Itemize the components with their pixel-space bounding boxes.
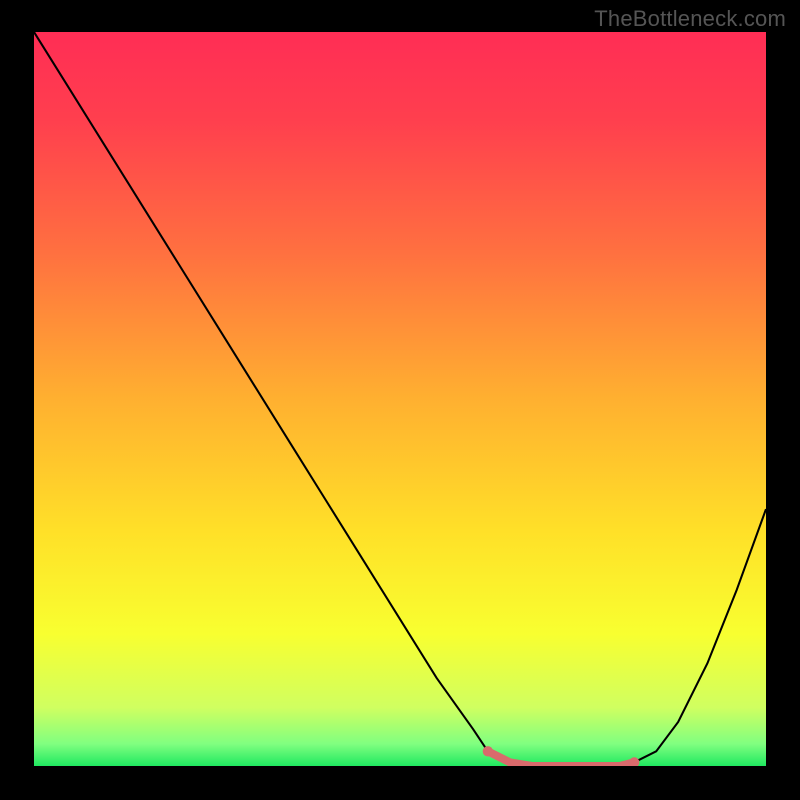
chart-curve-layer xyxy=(34,32,766,766)
optimal-range-highlight xyxy=(488,751,634,766)
highlight-end-dot xyxy=(629,757,639,766)
watermark-text: TheBottleneck.com xyxy=(594,6,786,32)
highlight-start-dot xyxy=(483,746,493,756)
chart-plot-area xyxy=(34,32,766,766)
bottleneck-curve xyxy=(34,32,766,766)
